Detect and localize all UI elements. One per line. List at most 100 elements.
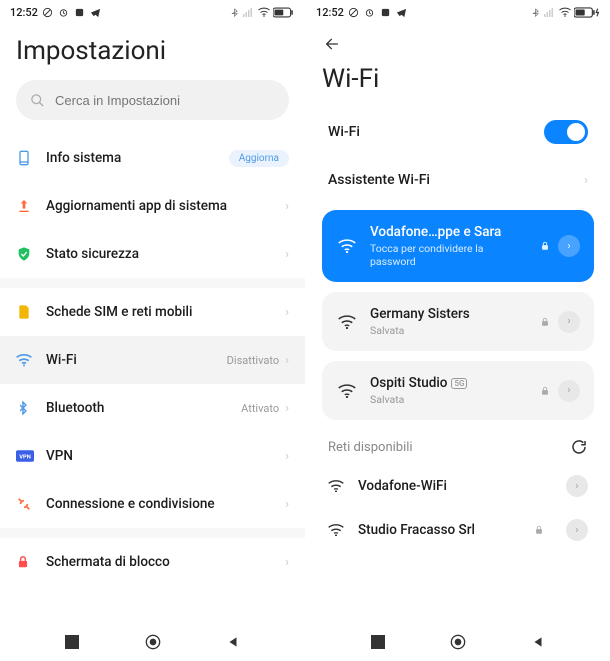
row-info-sistema[interactable]: Info sistema Aggiorna (0, 134, 305, 182)
wifi-status-icon (258, 6, 270, 18)
bluetooth-icon (16, 400, 46, 416)
available-section-head: Reti disponibili (306, 430, 610, 464)
wifi-sub: Tocca per condividere la password (370, 242, 528, 268)
wifi-toggle-row[interactable]: Wi-Fi (306, 108, 610, 156)
search-input[interactable] (55, 93, 275, 108)
wifi-assistant-row[interactable]: Assistente Wi-Fi › (306, 156, 610, 204)
wifi-saved-card[interactable]: Ospiti Studio5G Salvata › (322, 361, 594, 420)
alarm-icon (58, 6, 70, 18)
wifi-saved-card[interactable]: Germany Sisters Salvata › (322, 292, 594, 351)
row-aggiornamenti[interactable]: Aggiornamenti app di sistema › (0, 182, 305, 230)
wifi-details-button[interactable]: › (558, 235, 580, 257)
telegram-icon (396, 6, 408, 18)
wifi-icon (16, 352, 46, 368)
battery-icon (273, 6, 295, 18)
wifi-icon (328, 480, 344, 492)
wifi-toggle-label: Wi-Fi (328, 124, 544, 140)
nav-bar (0, 627, 305, 661)
chevron-right-icon: › (285, 449, 289, 464)
band-badge: 5G (451, 378, 467, 389)
lock-icon (540, 240, 550, 252)
status-bar: 12:52 (306, 0, 610, 24)
row-sim[interactable]: Schede SIM e reti mobili › (0, 288, 305, 336)
wifi-available-row[interactable]: Studio Fracasso Srl › (306, 508, 610, 552)
bluetooth-icon (228, 6, 240, 18)
nav-home[interactable] (450, 634, 466, 650)
no-disturb-icon (348, 6, 360, 18)
app-icon (380, 6, 392, 18)
app-icon (74, 6, 86, 18)
wifi-name: Vodafone…ppe e Sara (370, 224, 528, 240)
chevron-right-icon: › (285, 497, 289, 512)
search-field[interactable] (16, 80, 289, 120)
refresh-button[interactable] (570, 438, 588, 456)
wifi-details-button[interactable]: › (558, 380, 580, 402)
svg-text:VPN: VPN (19, 455, 31, 461)
back-button[interactable] (306, 24, 610, 52)
wifi-name: Studio Fracasso Srl (358, 522, 520, 538)
battery-charging-icon (574, 6, 600, 18)
wifi-icon (336, 239, 358, 253)
nav-recent[interactable] (64, 634, 80, 650)
wifi-details-button[interactable]: › (566, 519, 588, 541)
wifi-name: Vodafone-WiFi (358, 478, 552, 494)
shield-icon (16, 246, 46, 262)
status-time: 12:52 (10, 6, 38, 19)
nav-home[interactable] (145, 634, 161, 650)
alarm-icon (364, 6, 376, 18)
wifi-details-button[interactable]: › (558, 311, 580, 333)
lock-icon (534, 524, 544, 536)
wifi-name: Germany Sisters (370, 306, 528, 322)
vpn-icon: VPN (16, 449, 46, 463)
nav-bar (306, 627, 610, 661)
row-blocco[interactable]: Schermata di blocco › (0, 538, 305, 586)
available-label: Reti disponibili (328, 440, 413, 455)
bluetooth-icon (529, 6, 541, 18)
wifi-status-icon (559, 6, 571, 18)
wifi-sub: Salvata (370, 324, 528, 337)
lock-icon (540, 385, 550, 397)
wifi-icon (336, 384, 358, 398)
nav-back[interactable] (225, 634, 241, 650)
wifi-connected-card[interactable]: Vodafone…ppe e Sara Tocca per condivider… (322, 210, 594, 282)
lock-icon (16, 554, 46, 570)
divider (0, 278, 305, 288)
wifi-name: Ospiti Studio5G (370, 375, 528, 391)
telegram-icon (90, 6, 102, 18)
chevron-right-icon: › (285, 401, 289, 416)
wifi-toggle[interactable] (544, 120, 588, 144)
row-wifi[interactable]: Wi-Fi Disattivato › (0, 336, 305, 384)
wifi-sub: Salvata (370, 393, 528, 406)
wifi-details-button[interactable]: › (566, 475, 588, 497)
row-status: Disattivato (227, 354, 279, 367)
no-disturb-icon (42, 6, 54, 18)
signal-icon (243, 6, 255, 18)
chevron-right-icon: › (285, 247, 289, 262)
search-icon (30, 93, 45, 108)
sim-icon (16, 304, 46, 320)
nav-back[interactable] (530, 634, 546, 650)
upload-icon (16, 198, 46, 214)
row-connessione[interactable]: Connessione e condivisione › (0, 480, 305, 528)
row-label: Aggiornamenti app di sistema (46, 198, 285, 214)
row-bluetooth[interactable]: Bluetooth Attivato › (0, 384, 305, 432)
chevron-right-icon: › (285, 199, 289, 214)
update-badge[interactable]: Aggiorna (229, 150, 289, 167)
row-stato-sicurezza[interactable]: Stato sicurezza › (0, 230, 305, 278)
row-vpn[interactable]: VPN VPN › (0, 432, 305, 480)
signal-icon (544, 6, 556, 18)
chevron-right-icon: › (584, 173, 588, 188)
chevron-right-icon: › (285, 305, 289, 320)
settings-title: Impostazioni (0, 24, 305, 80)
divider (0, 528, 305, 538)
wifi-assistant-label: Assistente Wi-Fi (328, 172, 584, 188)
status-time: 12:52 (316, 6, 344, 19)
share-icon (16, 496, 46, 512)
row-status: Attivato (241, 402, 279, 415)
row-label: VPN (46, 448, 285, 464)
nav-recent[interactable] (370, 634, 386, 650)
settings-pane: 12:52 (0, 0, 305, 661)
row-label: Schede SIM e reti mobili (46, 304, 285, 320)
wifi-available-row[interactable]: Vodafone-WiFi › (306, 464, 610, 508)
row-label: Schermata di blocco (46, 554, 285, 570)
